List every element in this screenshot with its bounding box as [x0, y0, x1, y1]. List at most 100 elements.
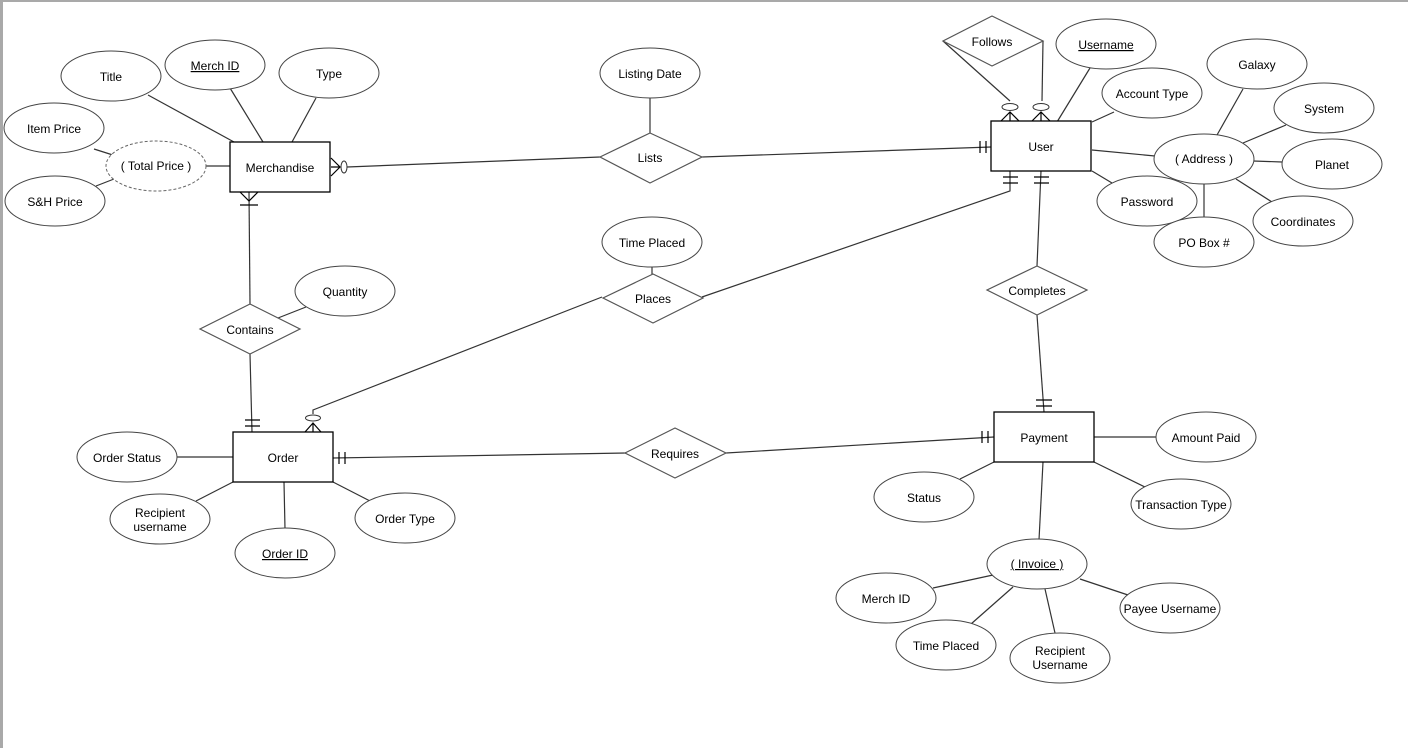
line-lists-user [701, 146, 992, 158]
attribute-recipient-username-invoice[interactable]: Recipient Username [1009, 632, 1111, 684]
attribute-label: Merch ID [862, 592, 911, 606]
line-places-user [701, 171, 1011, 298]
relationship-lists[interactable]: Lists [598, 132, 704, 184]
attribute-label: Time Placed [913, 639, 979, 653]
attribute-quantity[interactable]: Quantity [294, 265, 396, 317]
attribute-planet[interactable]: Planet [1281, 138, 1383, 190]
attribute-address[interactable]: ( Address ) [1153, 133, 1255, 185]
line-merch-lists [346, 156, 601, 168]
line-type [291, 97, 317, 143]
attribute-item-price[interactable]: Item Price [3, 102, 105, 154]
exactly-one-icon [245, 419, 260, 427]
attribute-label: Amount Paid [1172, 431, 1241, 445]
attribute-label: Password [1121, 195, 1174, 209]
line-invoice [1038, 461, 1044, 541]
relationship-contains[interactable]: Contains [198, 303, 302, 355]
crowsfoot-icon [304, 422, 322, 433]
attribute-coordinates[interactable]: Coordinates [1252, 195, 1354, 247]
attribute-label: Order Type [375, 512, 435, 526]
line-user-completes [1036, 170, 1042, 267]
attribute-label: Coordinates [1271, 215, 1336, 229]
attribute-merch-id[interactable]: Merch ID [164, 39, 266, 91]
line-merch-id-inv [932, 574, 994, 589]
attribute-transaction-type[interactable]: Transaction Type [1130, 478, 1232, 530]
attribute-label: Quantity [323, 285, 368, 299]
attribute-label: Account Type [1116, 87, 1189, 101]
relationship-requires[interactable]: Requires [623, 427, 728, 479]
entity-payment[interactable]: Payment [993, 411, 1095, 463]
relationship-label: Follows [972, 35, 1013, 49]
relationship-completes[interactable]: Completes [985, 265, 1089, 316]
attribute-order-type[interactable]: Order Type [354, 492, 456, 544]
line-galaxy [1216, 88, 1244, 136]
attribute-po-box[interactable]: PO Box # [1153, 216, 1255, 268]
line-order-id [283, 481, 286, 530]
line-recipient-username [195, 481, 234, 502]
attribute-sh-price[interactable]: S&H Price [4, 175, 106, 227]
crowsfoot-icon [330, 157, 341, 177]
line-status [959, 461, 995, 480]
line-transaction-type [1093, 461, 1148, 489]
attribute-password[interactable]: Password [1096, 175, 1198, 227]
relationship-follows[interactable]: Follows [941, 15, 1045, 67]
attribute-label: Username [1078, 38, 1134, 52]
attribute-order-status[interactable]: Order Status [76, 431, 178, 483]
attribute-label: Item Price [27, 122, 81, 136]
attribute-time-placed-invoice[interactable]: Time Placed [895, 619, 997, 671]
attribute-type[interactable]: Type [278, 47, 380, 99]
attribute-label-line1: Recipient [135, 506, 186, 520]
attribute-label: Planet [1315, 158, 1350, 172]
line-account-type [1091, 111, 1115, 123]
attribute-title[interactable]: Title [60, 50, 162, 102]
attribute-label: Transaction Type [1135, 498, 1227, 512]
exactly-one-icon [1034, 176, 1049, 184]
attribute-merch-id-invoice[interactable]: Merch ID [835, 572, 937, 624]
line-time-placed-inv [970, 586, 1014, 625]
attribute-invoice[interactable]: ( Invoice ) [986, 538, 1088, 590]
line-requires-payment [725, 436, 995, 454]
attribute-label: Type [316, 67, 342, 81]
attribute-recipient-username-order[interactable]: Recipient username [109, 493, 211, 545]
zero-icon [305, 414, 321, 422]
attribute-label: ( Address ) [1175, 152, 1233, 166]
attribute-label: System [1304, 102, 1344, 116]
relationship-label: Contains [226, 323, 273, 337]
attribute-order-id[interactable]: Order ID [234, 527, 336, 579]
line-merch-id [229, 87, 264, 143]
attribute-payee-username[interactable]: Payee Username [1119, 582, 1221, 634]
relationship-places[interactable]: Places [601, 273, 705, 324]
entity-label: Merchandise [246, 161, 315, 175]
attribute-listing-date[interactable]: Listing Date [599, 47, 701, 99]
line-sh-price [95, 178, 115, 187]
line-title [147, 94, 235, 143]
line-password [1091, 170, 1113, 184]
entity-merchandise[interactable]: Merchandise [229, 141, 331, 193]
attribute-time-placed-places[interactable]: Time Placed [601, 216, 703, 268]
line-system [1242, 124, 1287, 144]
attribute-amount-paid[interactable]: Amount Paid [1155, 411, 1257, 463]
relationship-label: Requires [651, 447, 699, 461]
line-order-requires [332, 452, 627, 459]
line-planet [1252, 160, 1283, 163]
relationship-label: Completes [1008, 284, 1065, 298]
attribute-system[interactable]: System [1273, 82, 1375, 134]
attribute-status[interactable]: Status [873, 471, 975, 523]
attribute-label: ( Total Price ) [121, 159, 191, 173]
relationship-label: Lists [638, 151, 663, 165]
attribute-galaxy[interactable]: Galaxy [1206, 38, 1308, 90]
line-coordinates [1235, 178, 1273, 203]
attribute-account-type[interactable]: Account Type [1101, 67, 1203, 119]
attribute-label: Time Placed [619, 236, 685, 250]
crowsfoot-icon [1031, 111, 1051, 122]
entity-order[interactable]: Order [232, 431, 334, 483]
relationship-label: Places [635, 292, 671, 306]
zero-icon [1001, 103, 1019, 111]
zero-icon [340, 160, 348, 174]
attribute-label-line2: Username [1032, 658, 1088, 672]
line-recipient-username-inv [1044, 588, 1056, 634]
line-order-type [332, 481, 371, 502]
attribute-username[interactable]: Username [1055, 18, 1157, 70]
entity-label: Payment [1020, 431, 1068, 445]
attribute-total-price[interactable]: ( Total Price ) [105, 140, 207, 192]
entity-user[interactable]: User [990, 120, 1092, 172]
